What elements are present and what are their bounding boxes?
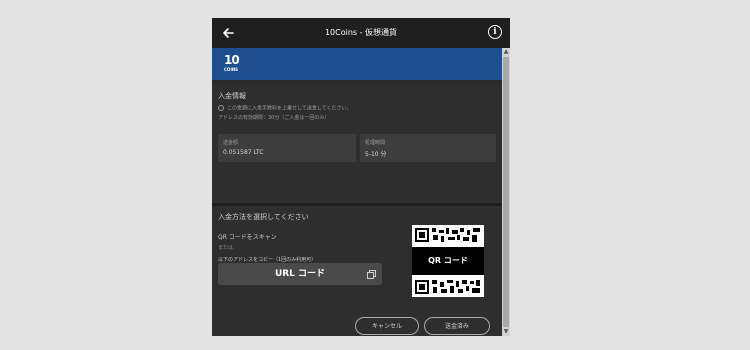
qr-code: QR コード <box>412 225 484 297</box>
copy-icon[interactable] <box>367 270 376 279</box>
qr-code-label: QR コード <box>412 247 484 275</box>
url-code-button[interactable]: URL コード <box>218 263 382 285</box>
payment-method-section: 入金方法を選択してください QR コードをスキャン または 以下のアドレスをコピ… <box>212 206 502 336</box>
logo: 10 COINS <box>222 53 244 75</box>
logo-mark: 10 <box>224 53 240 67</box>
section-title: 入金情報 <box>218 92 246 100</box>
scroll-down-icon[interactable]: ▼ <box>502 328 510 336</box>
time-box: 処理時間 5-10 分 <box>360 134 496 162</box>
amount-box: 送金額 0.051587 LTC <box>218 134 356 162</box>
time-value: 5-10 分 <box>365 151 387 158</box>
back-button[interactable] <box>220 24 238 42</box>
sent-button[interactable]: 送金済み <box>424 317 490 335</box>
logo-text: COINS <box>224 67 239 72</box>
title-bar: 10Coins - 仮想通貨 i <box>212 18 510 48</box>
amount-label: 送金額 <box>223 140 239 146</box>
scrollbar-thumb[interactable] <box>503 57 509 327</box>
address-copy-label: 以下のアドレスをコピー（1回のみ利用可） <box>218 257 317 263</box>
time-label: 処理時間 <box>365 140 386 146</box>
scrollbar[interactable]: ▲ ▼ <box>502 48 510 336</box>
qr-scan-label: QR コードをスキャン <box>218 234 277 241</box>
deposit-info-section: 入金情報 この金額に入金手数料を上乗せして送金してください。 アドレスの有効期限… <box>212 85 502 206</box>
notice-text: この金額に入金手数料を上乗せして送金してください。 <box>218 105 352 113</box>
or-label: または <box>218 245 234 251</box>
info-icon[interactable]: i <box>488 25 502 39</box>
payment-window: 10Coins - 仮想通貨 i 10 COINS 入金情報 この金額に入金手数… <box>212 18 510 336</box>
cancel-button[interactable]: キャンセル <box>355 317 419 335</box>
scroll-up-icon[interactable]: ▲ <box>502 48 510 56</box>
brand-banner: 10 COINS <box>212 48 502 80</box>
section-title: 入金方法を選択してください <box>218 213 309 221</box>
url-code-label: URL コード <box>274 269 326 279</box>
alert-icon <box>218 105 224 111</box>
content-area: 10 COINS 入金情報 この金額に入金手数料を上乗せして送金してください。 … <box>212 48 502 336</box>
window-title: 10Coins - 仮想通貨 <box>324 28 398 37</box>
arrow-left-icon <box>223 28 234 38</box>
amount-value: 0.051587 LTC <box>223 149 264 156</box>
notice-label: この金額に入金手数料を上乗せして送金してください。 <box>227 105 352 112</box>
address-note: アドレスの有効期限：30分（ご入金は一回のみ） <box>218 115 330 121</box>
